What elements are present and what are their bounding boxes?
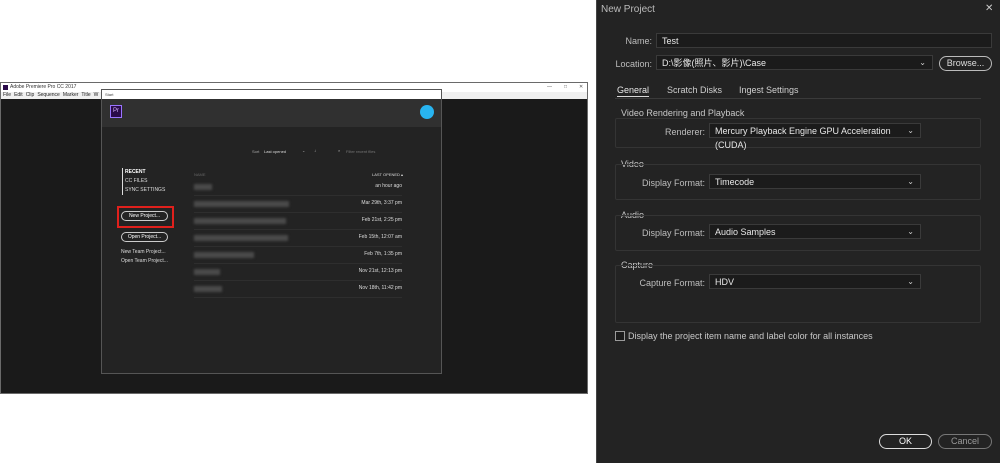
maximize-button[interactable]: □ — [564, 84, 567, 90]
start-titlebar: Start — [102, 90, 441, 99]
start-header: Pr — [102, 99, 441, 127]
blurred-filename — [194, 235, 288, 241]
cancel-button[interactable]: Cancel — [938, 434, 992, 449]
tab-scratch-disks[interactable]: Scratch Disks — [667, 85, 722, 95]
premiere-window-title: Adobe Premiere Pro CC 2017 — [10, 84, 77, 90]
sort-chevron-icon[interactable]: ⌄ — [302, 148, 305, 153]
recent-file-row[interactable]: Mar 29th, 3:37 pm — [194, 196, 402, 213]
tab-ingest-settings[interactable]: Ingest Settings — [739, 85, 799, 95]
recent-file-row[interactable]: Feb 15th, 12:07 am — [194, 230, 402, 247]
recent-file-date: Nov 21st, 12:13 pm — [358, 268, 402, 274]
menu-title[interactable]: Title — [81, 92, 90, 99]
capture-format-dropdown[interactable]: HDV ⌄ — [709, 274, 921, 289]
blurred-filename — [194, 218, 286, 224]
dialog-title: New Project — [601, 4, 655, 15]
start-dialog: Start Pr Sort Last opened ⌄ ↓ ⌕ Filter r… — [101, 89, 442, 374]
location-value: D:\影像(照片、影片)\Case — [662, 58, 767, 68]
chevron-down-icon: ⌄ — [907, 126, 914, 135]
menu-edit[interactable]: Edit — [14, 92, 23, 99]
checkbox-label: Display the project item name and label … — [628, 331, 873, 341]
capture-format-value: HDV — [715, 277, 735, 287]
new-team-project-link[interactable]: New Team Project... — [121, 249, 166, 255]
audio-display-format-label: Display Format: — [641, 228, 705, 238]
premiere-logo: Pr — [110, 105, 122, 118]
recent-file-row[interactable]: Nov 21st, 12:13 pm — [194, 264, 402, 281]
recent-file-date: Mar 29th, 3:37 pm — [361, 200, 402, 206]
new-project-button[interactable]: New Project... — [121, 211, 168, 221]
blurred-filename — [194, 252, 254, 258]
renderer-dropdown[interactable]: Mercury Playback Engine GPU Acceleration… — [709, 123, 921, 150]
sidebar-item-cc-files[interactable]: CC FILES — [125, 177, 172, 186]
recent-file-date: Feb 21st, 2:25 pm — [361, 217, 402, 223]
audio-display-format-dropdown[interactable]: Audio Samples ⌄ — [709, 224, 921, 239]
sidebar-item-sync-settings[interactable]: SYNC SETTINGS — [125, 186, 172, 195]
capture-format-label: Capture Format: — [639, 278, 705, 288]
recent-file-date: Nov 18th, 11:42 pm — [358, 285, 402, 291]
blurred-filename — [194, 286, 222, 292]
open-team-project-link[interactable]: Open Team Project... — [121, 258, 168, 264]
sort-dropdown[interactable]: Last opened — [264, 149, 286, 154]
chevron-down-icon: ⌄ — [907, 177, 914, 186]
video-rendering-section-title: Video Rendering and Playback — [621, 108, 745, 118]
menu-window[interactable]: W — [94, 92, 99, 99]
menu-marker[interactable]: Marker — [63, 92, 79, 99]
recent-file-row[interactable]: Feb 21st, 2:25 pm — [194, 213, 402, 230]
creative-cloud-avatar[interactable] — [420, 105, 434, 119]
sidebar-item-recent[interactable]: RECENT — [125, 168, 172, 177]
recent-file-date: Feb 15th, 12:07 am — [358, 234, 402, 240]
sort-direction-icon[interactable]: ↓ — [314, 148, 316, 153]
name-label: Name: — [625, 36, 652, 46]
recent-file-date: Feb 7th, 1:35 pm — [364, 251, 402, 257]
menu-file[interactable]: File — [3, 92, 11, 99]
new-project-dialog: New Project ✕ Name: Test Location: D:\影像… — [596, 0, 1000, 463]
blurred-filename — [194, 269, 220, 275]
chevron-down-icon: ⌄ — [907, 227, 914, 236]
premiere-app-icon — [3, 85, 8, 90]
ok-button[interactable]: OK — [879, 434, 932, 449]
blurred-filename — [194, 201, 289, 207]
blurred-filename — [194, 184, 212, 190]
location-dropdown[interactable]: D:\影像(照片、影片)\Case ⌄ — [656, 55, 933, 70]
start-sidebar: RECENT CC FILES SYNC SETTINGS — [122, 168, 172, 195]
recent-file-row[interactable]: Feb 7th, 1:35 pm — [194, 247, 402, 264]
menu-clip[interactable]: Clip — [26, 92, 35, 99]
recent-file-row[interactable]: an hour ago — [194, 179, 402, 196]
renderer-label: Renderer: — [664, 127, 705, 137]
close-button[interactable]: ✕ — [579, 84, 583, 90]
recent-file-date: an hour ago — [375, 183, 402, 189]
chevron-down-icon: ⌄ — [907, 277, 914, 286]
sort-label: Sort — [252, 149, 260, 154]
column-name-header[interactable]: NAME — [194, 172, 206, 177]
open-project-button[interactable]: Open Project... — [121, 232, 168, 242]
tab-general[interactable]: General — [617, 85, 650, 97]
menu-sequence[interactable]: Sequence — [37, 92, 60, 99]
audio-display-format-value: Audio Samples — [715, 227, 776, 237]
close-icon[interactable]: ✕ — [985, 3, 993, 14]
name-field[interactable]: Test — [656, 33, 992, 48]
column-last-opened-header[interactable]: LAST OPENED ▴ — [372, 172, 403, 177]
location-label: Location: — [615, 59, 652, 69]
browse-button[interactable]: Browse... — [939, 56, 992, 71]
premiere-window: Adobe Premiere Pro CC 2017 — □ ✕ File Ed… — [0, 82, 588, 394]
video-display-format-value: Timecode — [715, 177, 755, 187]
tab-divider — [615, 98, 981, 99]
search-icon: ⌕ — [338, 148, 341, 153]
filter-recent-input[interactable]: Filter recent files — [346, 149, 375, 154]
minimize-button[interactable]: — — [547, 84, 552, 90]
video-display-format-label: Display Format: — [641, 178, 705, 188]
display-label-color-checkbox[interactable] — [615, 331, 625, 341]
chevron-down-icon: ⌄ — [919, 58, 926, 67]
video-display-format-dropdown[interactable]: Timecode ⌄ — [709, 174, 921, 189]
recent-file-row[interactable]: Nov 18th, 11:42 pm — [194, 281, 402, 298]
